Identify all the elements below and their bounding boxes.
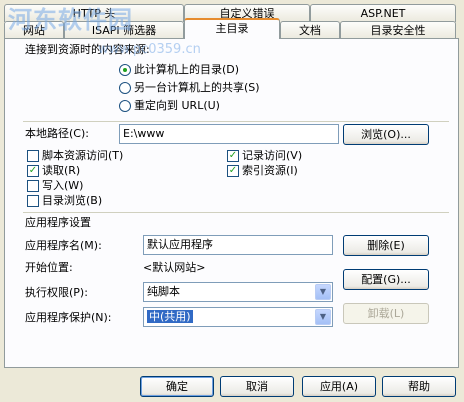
tab-label: 目录安全性 (370, 24, 426, 37)
chevron-down-icon[interactable]: ▼ (315, 309, 331, 325)
checkbox-log-visits[interactable]: ✓ 记录访问(V) (227, 149, 302, 163)
cancel-button[interactable]: 取消 (220, 376, 294, 397)
execute-permissions-select[interactable]: 纯脚本 ▼ (143, 282, 333, 302)
checkbox-label: 读取(R) (42, 164, 81, 177)
unload-button[interactable]: 卸载(L) (343, 303, 429, 324)
checkbox[interactable]: ✓ (227, 165, 239, 177)
checkbox-label: 写入(W) (42, 179, 84, 192)
checkbox-label: 索引资源(I) (242, 164, 298, 177)
remove-button[interactable]: 删除(E) (343, 235, 429, 256)
checkbox-label: 脚本资源访问(T) (42, 149, 124, 162)
group-divider (23, 212, 449, 213)
tab-label: 文档 (299, 24, 321, 37)
app-name-label: 应用程序名(M): (25, 239, 102, 252)
select-value: 纯脚本 (147, 285, 180, 298)
checkbox-write[interactable]: 写入(W) (27, 179, 83, 193)
radio-local-directory[interactable]: 此计算机上的目录(D) (119, 63, 239, 77)
tab-documents[interactable]: 文档 (280, 21, 340, 39)
radio-button[interactable] (119, 82, 131, 94)
checkbox-index-resource[interactable]: ✓ 索引资源(I) (227, 164, 298, 178)
tab-label: ASP.NET (360, 7, 406, 20)
tab-label: 主目录 (215, 22, 249, 35)
apply-button[interactable]: 应用(A) (302, 376, 376, 397)
radio-label: 此计算机上的目录(D) (134, 63, 240, 76)
app-protection-select[interactable]: 中(共用) ▼ (143, 307, 333, 327)
checkbox-read[interactable]: ✓ 读取(R) (27, 164, 80, 178)
radio-redirect-url[interactable]: 重定向到 URL(U) (119, 99, 220, 113)
radio-button[interactable] (119, 64, 131, 76)
checkbox[interactable]: ✓ (227, 150, 239, 162)
app-protection-label: 应用程序保护(N): (25, 311, 112, 324)
select-value: 中(共用) (147, 310, 193, 323)
checkbox[interactable] (27, 180, 39, 192)
tab-home-directory[interactable]: 主目录 (184, 18, 280, 39)
help-button[interactable]: 帮助 (382, 376, 456, 397)
watermark-url: www.pc0359.cn (98, 42, 201, 57)
execute-permissions-label: 执行权限(P): (25, 286, 88, 299)
tab-aspnet[interactable]: ASP.NET (310, 4, 456, 22)
checkbox[interactable] (27, 195, 39, 207)
local-path-label: 本地路径(C): (25, 127, 89, 140)
browse-button[interactable]: 浏览(O)... (343, 124, 429, 145)
app-name-input[interactable]: 默认应用程序 (143, 235, 333, 255)
radio-label: 另一台计算机上的共享(S) (134, 81, 260, 94)
radio-network-share[interactable]: 另一台计算机上的共享(S) (119, 81, 260, 95)
tab-directory-security[interactable]: 目录安全性 (340, 21, 456, 39)
checkbox-directory-browsing[interactable]: 目录浏览(B) (27, 194, 102, 208)
checkbox-label: 目录浏览(B) (42, 194, 103, 207)
radio-label: 重定向到 URL(U) (134, 99, 220, 112)
group-divider (23, 121, 449, 122)
local-path-input[interactable]: E:\www (119, 124, 339, 144)
chevron-down-icon[interactable]: ▼ (315, 284, 331, 300)
checkbox-label: 记录访问(V) (242, 149, 303, 162)
checkbox-script-source-access[interactable]: 脚本资源访问(T) (27, 149, 123, 163)
checkbox[interactable]: ✓ (27, 165, 39, 177)
checkbox[interactable] (27, 150, 39, 162)
ok-button[interactable]: 确定 (140, 376, 214, 397)
watermark-logo: 河东软件园 (8, 5, 133, 34)
tab-panel: 连接到资源时的内容来源: 此计算机上的目录(D) 另一台计算机上的共享(S) 重… (4, 38, 459, 368)
configuration-button[interactable]: 配置(G)... (343, 269, 429, 290)
radio-button[interactable] (119, 100, 131, 112)
app-settings-heading: 应用程序设置 (25, 216, 91, 229)
start-point-label: 开始位置: (25, 261, 73, 274)
start-point-value: <默认网站> (143, 261, 206, 274)
